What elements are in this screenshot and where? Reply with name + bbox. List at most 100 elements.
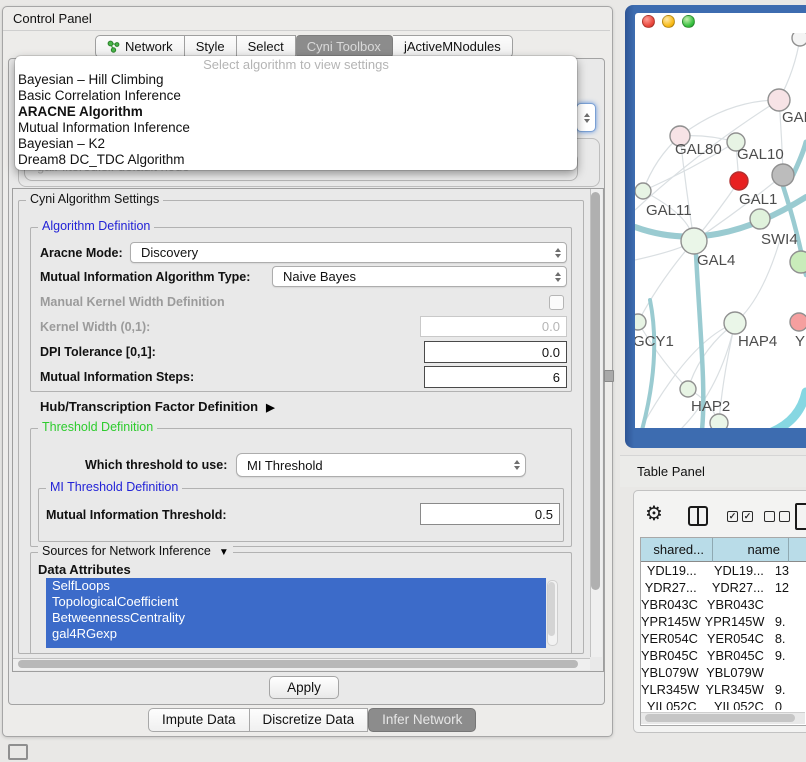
algorithm-popup-item[interactable]: Bayesian – K2 [15,136,577,152]
which-threshold-combobox[interactable]: MI Threshold [236,453,526,477]
tab-network[interactable]: Network [95,35,185,58]
node-label: HAP4 [738,333,777,350]
tab-jactivemnodules[interactable]: jActiveMNodules [393,35,513,58]
dpi-tolerance-field[interactable]: 0.0 [424,341,567,363]
algorithm-popup-item[interactable]: Bayesian – Hill Climbing [15,72,577,88]
node-salmon[interactable] [790,313,806,331]
table-cell: YLR345W [641,681,705,698]
gear-icon[interactable]: ⚙ [645,504,663,524]
algorithm-popup-item[interactable]: Dream8 DC_TDC Algorithm [15,152,577,168]
minimize-traffic-light[interactable] [662,15,675,28]
manual-kernel-checkbox[interactable] [549,295,564,310]
zoom-traffic-light[interactable] [682,15,695,28]
table-row[interactable]: YDR27...YDR27...12 [641,579,806,596]
table-cell: YPR145W [705,613,772,630]
table-row[interactable]: YDL19...YDL19...13 [641,562,806,579]
table-cell: YDR27... [641,579,705,596]
manual-kernel-label: Manual Kernel Width Definition [40,295,225,309]
table-panel-titlebar: Table Panel [620,455,806,487]
table-row[interactable]: YER054CYER054C8. [641,630,806,647]
data-attributes-list[interactable]: SelfLoopsTopologicalCoefficientBetweenne… [46,578,546,648]
attributes-list-scrollbar-thumb[interactable] [548,582,555,636]
threshold-definition-title: Threshold Definition [38,420,157,434]
table-row[interactable]: YBR043CYBR043C [641,596,806,613]
deselect-all-checkbox-icon[interactable] [764,511,775,522]
attribute-list-item[interactable]: BetweennessCentrality [46,610,546,626]
tab-impute-data[interactable]: Impute Data [148,708,250,732]
panel-divider-handle[interactable] [604,370,614,382]
node-table: shared... name YDL19...YDL19...13YDR27..… [640,537,806,726]
node-gal1[interactable] [750,209,770,229]
table-row[interactable]: YPR145WYPR145W9. [641,613,806,630]
node-swi4[interactable] [790,251,806,273]
node-label: GAL1 [739,191,777,208]
node-hap4[interactable] [724,312,746,334]
node-gal2[interactable] [768,89,790,111]
tab-select[interactable]: Select [237,35,296,58]
attribute-list-item[interactable]: TopologicalCoefficient [46,594,546,610]
select-all-checkbox-icon[interactable]: ✓ [727,511,738,522]
node-label: GAL10 [737,146,784,163]
algorithm-popup-item[interactable]: ARACNE Algorithm [15,104,577,120]
control-panel-titlebar: Control Panel [3,7,610,31]
mi-steps-field[interactable]: 6 [424,366,567,388]
tab-style[interactable]: Style [185,35,237,58]
table-cell: 9. [772,613,806,630]
table-cell: YER054C [705,630,772,647]
column-header-partial[interactable] [789,538,806,562]
attribute-list-item[interactable]: SelfLoops [46,578,546,594]
table-cell: YBR043C [705,596,772,613]
tab-discretize-data[interactable]: Discretize Data [250,708,369,732]
dock-panel-icon[interactable] [8,744,28,760]
aracne-mode-label: Aracne Mode: [40,246,123,260]
select-all-checkbox-icon2[interactable]: ✓ [742,511,753,522]
table-cell: 0 [772,698,806,710]
column-header-shared-name[interactable]: shared... [641,538,713,562]
aracne-mode-combobox[interactable]: Discovery [130,242,567,263]
table-row[interactable]: YBR045CYBR045C9. [641,647,806,664]
network-edge-thick [793,142,806,175]
close-traffic-light[interactable] [642,15,655,28]
mi-threshold-group-title: MI Threshold Definition [46,480,182,494]
cyni-algorithm-settings-title: Cyni Algorithm Settings [26,192,163,206]
settings-vertical-scrollbar-thumb[interactable] [591,192,600,590]
node-gal11[interactable] [635,183,651,199]
node-gal4[interactable] [681,228,707,254]
page-icon[interactable] [795,503,806,530]
table-row[interactable]: YLR345WYLR345W9. [641,681,806,698]
node-hap2[interactable] [680,381,696,397]
tab-cyni-toolbox[interactable]: Cyni Toolbox [296,35,393,58]
apply-button[interactable]: Apply [269,676,339,699]
table-body: YDL19...YDL19...13YDR27...YDR27...12YBR0… [641,562,806,710]
node-label: GAL4 [697,252,735,269]
settings-horizontal-scrollbar-thumb[interactable] [18,660,578,668]
tab-infer-network[interactable]: Infer Network [368,708,476,732]
control-panel-tabs: Network Style Select Cyni Toolbox jActiv… [95,35,513,58]
algorithm-popup-item[interactable]: Basic Correlation Inference [15,88,577,104]
node-bottom-partial[interactable] [710,414,728,428]
table-horizontal-scrollbar-thumb[interactable] [645,714,795,722]
attribute-list-item[interactable]: gal4RGexp [46,626,546,642]
node-top-partial[interactable] [792,33,806,46]
expander-down-icon: ▼ [219,547,229,558]
table-cell: YER054C [641,630,705,647]
show-columns-icon[interactable] [688,506,708,526]
hub-expander[interactable]: Hub/Transcription Factor Definition▶ [40,399,275,414]
table-row[interactable]: YIL052CYIL052C0 [641,698,806,710]
table-row[interactable]: YBL079WYBL079W [641,664,806,681]
column-header-name[interactable]: name [713,538,789,562]
mi-threshold-field[interactable]: 0.5 [420,503,560,525]
sources-group-title[interactable]: Sources for Network Inference▼ [38,544,233,558]
table-cell [772,664,806,681]
node-gray[interactable] [772,164,794,186]
deselect-all-checkbox-icon2[interactable] [779,511,790,522]
bottom-tab-group: Impute Data Discretize Data Infer Networ… [148,708,476,732]
node-gcy1[interactable] [635,314,646,330]
network-canvas[interactable]: GALGAL80GAL10GAL11GAL1GAL4SWI4GCY1HAP4YH… [635,33,806,428]
mi-type-combobox[interactable]: Naive Bayes [272,266,567,287]
algorithm-popup-item[interactable]: Mutual Information Inference [15,120,577,136]
node-label: GAL80 [675,141,722,158]
kernel-width-field[interactable]: 0.0 [420,316,567,337]
algorithm-combobox-stepper[interactable] [576,103,596,132]
node-red[interactable] [730,172,748,190]
